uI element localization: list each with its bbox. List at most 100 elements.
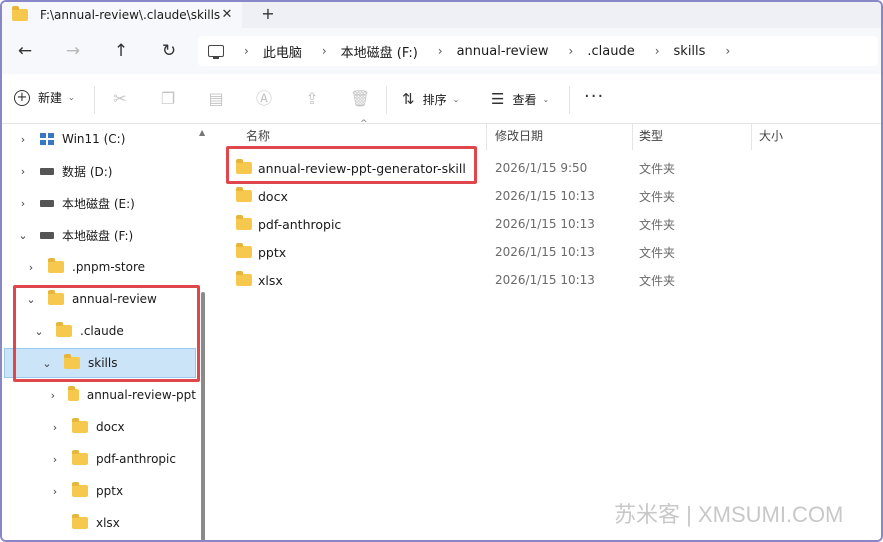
chevron-right-icon[interactable]: › [48,453,62,466]
file-explorer-window: F:\annual-review\.claude\skills ✕ + ← → … [0,0,883,542]
tree-item-label: .pnpm-store [72,260,146,274]
tree-item-drive-c[interactable]: › Win11 (C:) [16,124,126,154]
tab-current[interactable]: F:\annual-review\.claude\skills ✕ [2,2,242,28]
sidebar-scrollbar[interactable] [201,292,205,540]
tree-item-pptx[interactable]: › pptx [48,476,123,506]
column-header-type[interactable]: 类型 [631,124,751,150]
command-bar: + 新建 ⌄ ✂ ❐ ▤ Ⓐ ⇪ 🗑 ⇅ 排序 ⌄ ☰ 查看 ⌄ ··· [2,74,881,124]
more-options-button[interactable]: ··· [584,86,604,107]
paste-icon[interactable]: ▤ [206,89,226,109]
file-list-pane: ^ 名称 修改日期 类型 大小 annual-review-ppt-genera… [214,119,881,540]
tree-item-pdf-anthropic[interactable]: › pdf-anthropic [48,444,176,474]
tab-title: F:\annual-review\.claude\skills [40,8,221,22]
file-row[interactable]: xlsx 2026/1/15 10:13 文件夹 [222,266,872,294]
drive-icon [40,231,54,239]
toolbar-divider [569,86,570,114]
file-name: xlsx [258,272,283,288]
column-header-modified[interactable]: 修改日期 [487,124,627,150]
toolbar-divider [94,86,95,114]
file-row[interactable]: docx 2026/1/15 10:13 文件夹 [222,182,872,210]
windows-drive-icon [40,133,54,145]
tree-item-drive-d[interactable]: › 数据 (D:) [16,156,113,186]
drive-icon [40,167,54,175]
tree-item-xlsx[interactable]: xlsx [48,508,120,538]
file-type: 文件夹 [639,217,676,232]
file-name: docx [258,188,288,204]
chevron-right-icon[interactable]: › [244,44,249,58]
file-name: pptx [258,244,287,260]
tab-strip: F:\annual-review\.claude\skills ✕ + [2,2,881,28]
forward-button[interactable]: → [60,39,86,63]
chevron-right-icon[interactable]: › [48,389,58,402]
copy-icon[interactable]: ❐ [158,89,178,109]
chevron-right-icon[interactable]: › [569,44,574,58]
chevron-right-icon[interactable]: › [725,44,730,58]
computer-icon [208,45,224,59]
chevron-right-icon[interactable]: › [48,485,62,498]
file-row[interactable]: pdf-anthropic 2026/1/15 10:13 文件夹 [222,210,872,238]
toolbar-divider [386,86,387,114]
breadcrumb-drive-f[interactable]: 本地磁盘 (F:) [341,42,418,61]
share-icon[interactable]: ⇪ [302,89,322,109]
tree-item-drive-e[interactable]: › 本地磁盘 (E:) [16,188,135,218]
tree-item-drive-f[interactable]: ⌄ 本地磁盘 (F:) [16,220,133,250]
file-modified: 2026/1/15 10:13 [495,245,595,259]
column-header-size[interactable]: 大小 [751,124,871,150]
chevron-right-icon[interactable]: › [16,197,30,210]
chevron-right-icon[interactable]: › [16,165,30,178]
tree-item-pnpm-store[interactable]: › .pnpm-store [24,252,145,282]
folder-icon [236,243,252,258]
file-type: 文件夹 [639,189,676,204]
back-button[interactable]: ← [12,39,38,63]
navigation-bar: ← → ↑ ↻ › 此电脑 › 本地磁盘 (F:) › annual-revie… [2,28,881,74]
drive-icon [40,199,54,207]
folder-icon [236,271,252,286]
view-button[interactable]: ☰ 查看 ⌄ [491,90,549,108]
chevron-right-icon[interactable]: › [322,44,327,58]
folder-icon [236,187,252,202]
chevron-right-icon[interactable]: › [655,44,660,58]
tree-item-label: docx [96,420,125,434]
tree-item-annual-review-ppt[interactable]: › annual-review-ppt [48,380,196,410]
rename-icon[interactable]: Ⓐ [254,89,274,109]
tree-item-docx[interactable]: › docx [48,412,125,442]
file-row[interactable]: pptx 2026/1/15 10:13 文件夹 [222,238,872,266]
delete-icon[interactable]: 🗑 [350,89,370,109]
close-icon[interactable]: ✕ [218,6,236,24]
folder-icon [67,386,79,401]
chevron-right-icon[interactable]: › [48,421,62,434]
breadcrumb-skills[interactable]: skills [674,44,706,59]
refresh-button[interactable]: ↻ [156,39,182,63]
folder-icon [72,514,88,529]
chevron-right-icon[interactable]: › [24,261,38,274]
chevron-right-icon[interactable]: › [16,133,30,146]
file-modified: 2026/1/15 10:13 [495,189,595,203]
folder-icon [48,258,64,273]
folder-icon [72,450,88,465]
new-tab-button[interactable]: + [258,3,278,25]
cut-icon[interactable]: ✂ [110,89,130,109]
file-modified: 2026/1/15 10:13 [495,273,595,287]
tree-item-label: 本地磁盘 (F:) [62,228,134,243]
chevron-down-icon: ⌄ [452,94,460,104]
breadcrumb-annual-review[interactable]: annual-review [457,44,549,59]
folder-icon [72,418,88,433]
folder-icon [12,6,28,21]
sort-icon: ⇅ [402,90,415,108]
chevron-right-icon[interactable]: › [438,44,443,58]
breadcrumb-claude[interactable]: .claude [587,44,634,59]
chevron-down-icon: ⌄ [542,94,550,104]
address-bar[interactable]: › 此电脑 › 本地磁盘 (F:) › annual-review › .cla… [198,36,878,66]
sort-label: 排序 [422,92,447,107]
chevron-down-icon: ⌄ [68,93,75,102]
sort-button[interactable]: ⇅ 排序 ⌄ [402,90,459,108]
chevron-down-icon[interactable]: ⌄ [16,229,30,242]
folder-icon [72,482,88,497]
tree-item-label: 本地磁盘 (E:) [62,196,135,211]
file-modified: 2026/1/15 9:50 [495,161,588,175]
new-button[interactable]: + 新建 ⌄ [14,89,75,106]
scroll-up-icon[interactable]: ▲ [199,128,205,137]
watermark: 苏米客 | XMSUMI.COM [614,502,844,527]
breadcrumb-this-pc[interactable]: 此电脑 [263,42,302,61]
up-button[interactable]: ↑ [108,39,134,63]
